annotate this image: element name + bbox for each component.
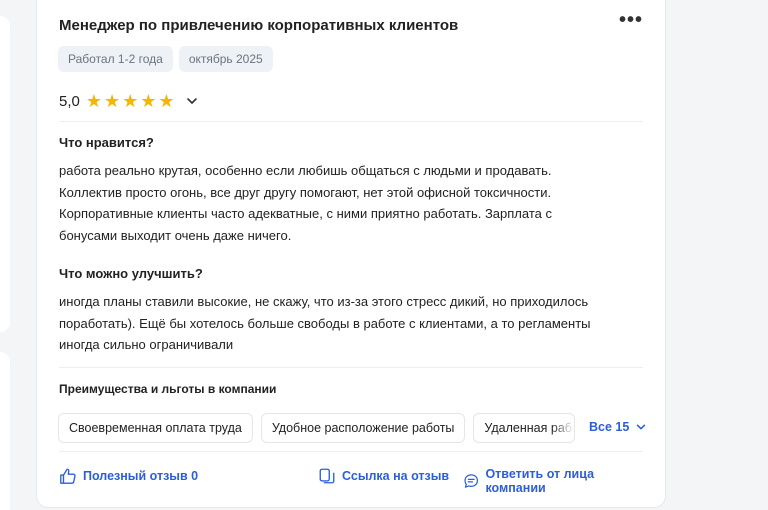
thumbs-up-icon bbox=[60, 468, 76, 484]
perk-chip: Удобное расположение работы bbox=[260, 413, 466, 443]
copy-link-button[interactable]: Ссылка на отзыв bbox=[318, 467, 449, 485]
perks-list: Своевременная оплата труда Удобное распо… bbox=[58, 413, 576, 443]
improve-heading: Что можно улучшить? bbox=[59, 266, 203, 281]
star-icon: ★ bbox=[158, 91, 175, 111]
divider bbox=[59, 367, 643, 368]
improve-text: иногда планы ставили высокие, не скажу, … bbox=[59, 291, 629, 356]
rating-value: 5,0 bbox=[59, 92, 80, 110]
likes-line: бонусами выходит очень даже ничего. bbox=[59, 227, 292, 243]
link-label: Ссылка на отзыв bbox=[342, 469, 450, 483]
reply-label: Ответить от лица компании bbox=[485, 467, 595, 495]
likes-text: работа реально крутая, особенно если люб… bbox=[59, 160, 629, 246]
review-footer: Полезный отзыв 0 Ссылка на отзыв Ответит… bbox=[59, 467, 643, 495]
perk-chip: Удаленная работа bbox=[473, 413, 576, 443]
link-icon bbox=[319, 468, 335, 484]
tag-date: октябрь 2025 bbox=[178, 46, 273, 72]
review-title: Менеджер по привлечению корпоративных кл… bbox=[59, 17, 459, 34]
star-icon: ★ bbox=[85, 91, 102, 111]
chevron-down-icon[interactable] bbox=[185, 94, 199, 108]
improve-line: иногда сильно ограничивали bbox=[59, 337, 234, 352]
review-card: Менеджер по привлечению корпоративных кл… bbox=[36, 0, 666, 508]
adjacent-card-edge bbox=[0, 16, 10, 332]
more-dots-icon[interactable]: ••• bbox=[619, 9, 643, 32]
reply-chat-icon bbox=[464, 474, 479, 488]
divider bbox=[59, 451, 643, 452]
divider bbox=[59, 121, 643, 122]
improve-line: поработать). Ещё бы хотелось больше своб… bbox=[59, 315, 591, 331]
rating-stars: ★ ★ ★ ★ ★ bbox=[86, 92, 175, 110]
likes-line: работа реально крутая, особенно если люб… bbox=[59, 163, 552, 178]
rating-row: 5,0 ★ ★ ★ ★ ★ bbox=[59, 92, 199, 110]
star-icon: ★ bbox=[140, 91, 157, 111]
likes-heading: Что нравится? bbox=[59, 135, 154, 150]
likes-line: Корпоративные клиенты часто адекватные, … bbox=[59, 206, 552, 221]
helpful-label: Полезный отзыв 0 bbox=[83, 469, 199, 483]
review-tags: Работал 1-2 года октябрь 2025 bbox=[58, 46, 273, 72]
perk-chip: Своевременная оплата труда bbox=[58, 413, 253, 443]
show-all-perks-button[interactable]: Все 15 bbox=[589, 420, 647, 434]
improve-line: иногда планы ставили высокие, не скажу, … bbox=[59, 294, 589, 309]
tag-experience: Работал 1-2 года bbox=[58, 46, 173, 72]
perks-heading: Преимущества и льготы в компании bbox=[59, 382, 277, 396]
likes-line: Коллектив просто огонь, все друг другу п… bbox=[59, 184, 552, 200]
chevron-down-icon bbox=[637, 424, 646, 430]
reply-as-company-button[interactable]: Ответить от лица компании bbox=[463, 467, 643, 495]
star-icon: ★ bbox=[104, 91, 121, 111]
show-all-label: Все 15 bbox=[589, 420, 630, 434]
helpful-button[interactable]: Полезный отзыв 0 bbox=[59, 467, 198, 485]
star-icon: ★ bbox=[122, 91, 139, 111]
adjacent-card-edge bbox=[0, 352, 10, 510]
